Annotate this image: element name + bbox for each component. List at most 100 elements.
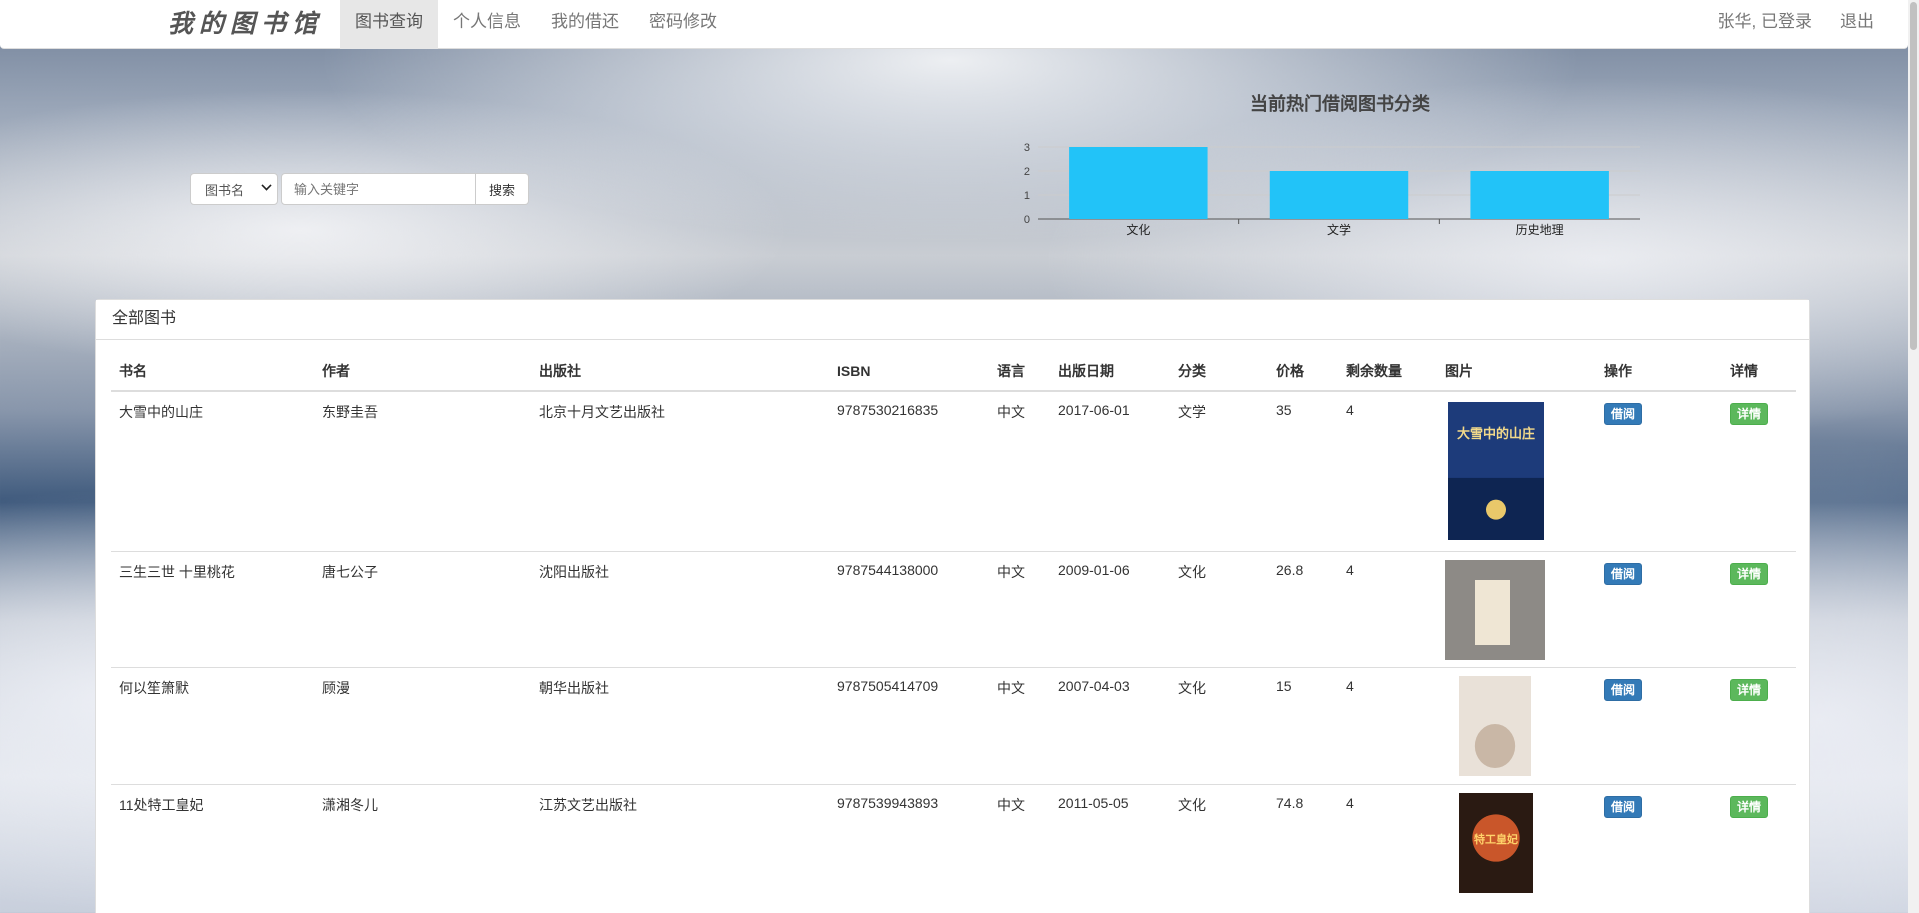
borrow-button[interactable]: 借阅	[1604, 403, 1643, 425]
search-button[interactable]: 搜索	[476, 173, 529, 205]
book-language: 中文	[989, 390, 1050, 551]
borrow-button[interactable]: 借阅	[1604, 562, 1643, 585]
col-header-date: 出版日期	[1050, 352, 1170, 392]
col-header-action: 操作	[1596, 352, 1722, 392]
top-navbar: 我的图书馆 图书查询 个人信息 我的借还 密码修改 张华, 已登录 退出	[0, 0, 1908, 49]
page-scrollbar[interactable]	[1908, 0, 1919, 913]
book-category: 文学	[1170, 390, 1268, 551]
search-input[interactable]	[281, 173, 476, 205]
book-price: 35	[1268, 390, 1338, 551]
chart-y-tick-label: 1	[1024, 190, 1030, 202]
nav-right: 张华, 已登录 退出	[1704, 0, 1888, 49]
nav-item-profile[interactable]: 个人信息	[438, 0, 536, 49]
book-category: 文化	[1170, 550, 1268, 667]
chart-y-tick-label: 2	[1024, 166, 1030, 178]
hot-category-chart: 0 1 2 3 文化 文学 历史地理	[1024, 142, 1640, 237]
book-cover-cell	[1437, 666, 1596, 784]
all-books-panel: 全部图书 书名 作者 出版社 ISBN 语言 出版日期 分类 价格 剩余数量 图…	[95, 299, 1810, 913]
book-isbn: 9787539943893	[829, 783, 989, 901]
book-stock: 4	[1338, 666, 1437, 784]
search-field-select-value: 图书名	[205, 182, 245, 198]
detail-button[interactable]: 详情	[1730, 562, 1769, 585]
book-detail-cell: 详情	[1722, 390, 1796, 551]
chevron-down-icon	[261, 180, 272, 191]
book-cover-image: 特工皇妃	[1459, 792, 1533, 893]
book-title: 大雪中的山庄	[111, 390, 314, 551]
book-language: 中文	[989, 550, 1050, 667]
detail-button[interactable]: 详情	[1730, 403, 1769, 425]
col-header-title: 书名	[111, 352, 314, 392]
book-publisher: 朝华出版社	[531, 666, 829, 784]
chart-x-tick-label: 文学	[1327, 222, 1351, 237]
col-header-detail: 详情	[1722, 352, 1796, 392]
book-isbn: 9787530216835	[829, 390, 989, 551]
book-publisher: 沈阳出版社	[531, 550, 829, 667]
brand-logo[interactable]: 我的图书馆	[168, 6, 323, 42]
table-row: 大雪中的山庄 东野圭吾 北京十月文艺出版社 9787530216835 中文 2017-0…	[111, 390, 1796, 551]
book-stock: 4	[1338, 550, 1437, 667]
table-row: 11处特工皇妃 潇湘冬儿 江苏文艺出版社 9787539943893 中文 2011-05…	[111, 783, 1796, 901]
book-publisher: 北京十月文艺出版社	[531, 390, 829, 551]
borrow-button[interactable]: 借阅	[1604, 678, 1643, 701]
chart-title: 当前热门借阅图书分类	[1250, 94, 1430, 114]
books-table-body: 大雪中的山庄 东野圭吾 北京十月文艺出版社 9787530216835 中文 2017-0…	[111, 390, 1796, 901]
book-action-cell: 借阅	[1596, 783, 1722, 901]
book-price: 15	[1268, 666, 1338, 784]
book-author: 顾漫	[314, 666, 531, 784]
book-action-cell: 借阅	[1596, 666, 1722, 784]
col-header-author: 作者	[314, 352, 531, 392]
book-cover-image: 大雪中的山庄	[1448, 402, 1544, 540]
book-detail-cell: 详情	[1722, 783, 1796, 901]
book-date: 2011-05-05	[1050, 783, 1170, 901]
col-header-price: 价格	[1268, 352, 1338, 392]
book-date: 2017-06-01	[1050, 390, 1170, 551]
book-publisher: 江苏文艺出版社	[531, 783, 829, 901]
book-stock: 4	[1338, 390, 1437, 551]
book-author: 唐七公子	[314, 550, 531, 667]
book-author: 东野圭吾	[314, 390, 531, 551]
col-header-category: 分类	[1170, 352, 1268, 392]
search-field-select[interactable]: 图书名	[190, 173, 278, 205]
book-title: 11处特工皇妃	[111, 783, 314, 901]
book-language: 中文	[989, 666, 1050, 784]
borrow-button[interactable]: 借阅	[1604, 795, 1643, 818]
panel-title: 全部图书	[96, 300, 1809, 340]
book-author: 潇湘冬儿	[314, 783, 531, 901]
detail-button[interactable]: 详情	[1730, 678, 1769, 701]
books-table: 书名 作者 出版社 ISBN 语言 出版日期 分类 价格 剩余数量 图片 操作 …	[111, 352, 1796, 901]
book-language: 中文	[989, 783, 1050, 901]
book-detail-cell: 详情	[1722, 666, 1796, 784]
book-price: 74.8	[1268, 783, 1338, 901]
book-isbn: 9787505414709	[829, 666, 989, 784]
book-cover-title: 大雪中的山庄	[1457, 426, 1535, 442]
nav-item-change-password[interactable]: 密码修改	[634, 0, 732, 49]
book-date: 2007-04-03	[1050, 666, 1170, 784]
nav-item-my-loans[interactable]: 我的借还	[536, 0, 634, 49]
book-action-cell: 借阅	[1596, 550, 1722, 667]
book-detail-cell: 详情	[1722, 550, 1796, 667]
book-cover-cell	[1437, 550, 1596, 667]
col-header-language: 语言	[989, 352, 1050, 392]
chart-y-tick-label: 3	[1024, 142, 1030, 154]
nav-item-book-search[interactable]: 图书查询	[340, 0, 438, 49]
chart-bar[interactable]	[1470, 171, 1609, 219]
book-category: 文化	[1170, 666, 1268, 784]
table-header-row: 书名 作者 出版社 ISBN 语言 出版日期 分类 价格 剩余数量 图片 操作 …	[111, 352, 1796, 392]
detail-button[interactable]: 详情	[1730, 795, 1769, 818]
chart-x-tick-label: 历史地理	[1516, 223, 1564, 237]
chart-bar[interactable]	[1269, 171, 1409, 219]
user-status-link[interactable]: 张华, 已登录	[1704, 0, 1826, 49]
chart-bar[interactable]	[1069, 147, 1208, 219]
logout-link[interactable]: 退出	[1826, 0, 1888, 49]
book-stock: 4	[1338, 783, 1437, 901]
book-cover-image	[1459, 675, 1531, 776]
book-category: 文化	[1170, 783, 1268, 901]
col-header-isbn: ISBN	[829, 352, 989, 392]
col-header-stock: 剩余数量	[1338, 352, 1437, 392]
book-cover-cell: 大雪中的山庄	[1437, 390, 1596, 551]
book-title: 何以笙箫默	[111, 666, 314, 784]
scrollbar-thumb[interactable]	[1910, 2, 1917, 350]
nav-menu: 图书查询 个人信息 我的借还 密码修改	[340, 0, 732, 49]
chart-y-tick-label: 0	[1024, 214, 1030, 226]
search-form: 图书名 搜索	[190, 173, 529, 205]
